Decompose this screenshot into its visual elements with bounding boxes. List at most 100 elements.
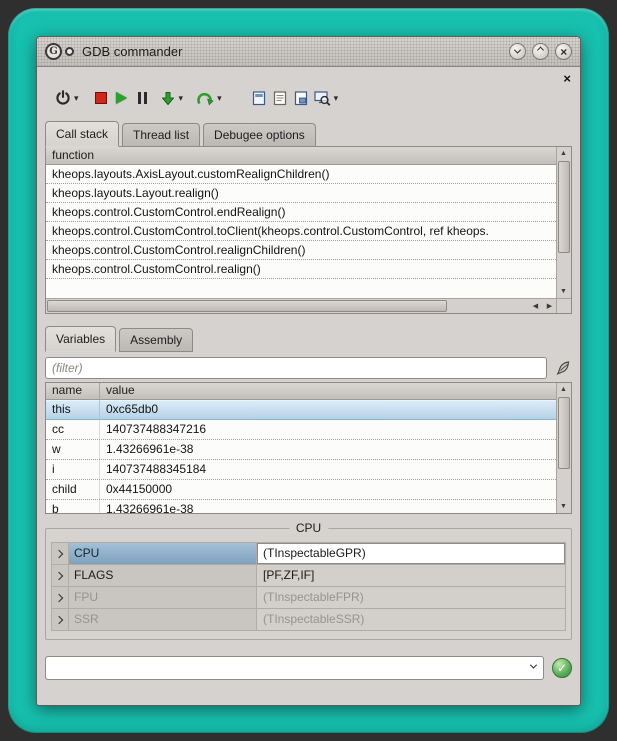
callstack-row[interactable]: kheops.control.CustomControl.realign() bbox=[46, 260, 556, 279]
callstack-vertical-scrollbar[interactable] bbox=[556, 147, 571, 298]
expander-icon[interactable] bbox=[52, 609, 69, 630]
column-header-value[interactable]: value bbox=[100, 383, 556, 399]
screen-search-dropdown[interactable] bbox=[334, 93, 339, 104]
cpu-register-group[interactable]: FLAGS bbox=[69, 565, 257, 586]
tab-label: Call stack bbox=[56, 127, 108, 141]
callstack-row[interactable]: kheops.layouts.Layout.realign() bbox=[46, 184, 556, 203]
variable-name: i bbox=[46, 460, 100, 479]
scroll-down-icon[interactable] bbox=[557, 285, 570, 298]
tab[interactable]: Call stack bbox=[45, 121, 119, 147]
variable-row[interactable]: b 1.43266961e-38 bbox=[46, 500, 556, 513]
variables-panel: name value this 0xc65db0 cc bbox=[45, 382, 572, 514]
panel-close-button[interactable] bbox=[563, 71, 571, 87]
callstack-function: kheops.control.CustomControl.toClient(kh… bbox=[52, 224, 489, 238]
variable-row[interactable]: child 0x44150000 bbox=[46, 480, 556, 500]
column-header-name[interactable]: name bbox=[46, 383, 100, 399]
filter-pen-icon[interactable] bbox=[554, 359, 572, 377]
callstack-row[interactable]: kheops.layouts.AxisLayout.customRealignC… bbox=[46, 165, 556, 184]
scrollbar-thumb[interactable] bbox=[558, 397, 570, 469]
screen-search-icon bbox=[314, 90, 331, 106]
variable-row[interactable]: cc 140737488347216 bbox=[46, 420, 556, 440]
scroll-down-icon[interactable] bbox=[557, 500, 570, 513]
tab-label: Debugee options bbox=[214, 128, 305, 142]
cpu-register-group[interactable]: SSR bbox=[69, 609, 257, 630]
document-lines-icon bbox=[273, 90, 287, 106]
tab-label: Variables bbox=[56, 332, 105, 346]
cpu-row[interactable]: FPU (TInspectableFPR) bbox=[52, 587, 565, 609]
variable-row[interactable]: i 140737488345184 bbox=[46, 460, 556, 480]
minimize-button[interactable] bbox=[509, 43, 526, 60]
command-combobox[interactable] bbox=[45, 656, 544, 680]
view-memory-button[interactable] bbox=[294, 86, 308, 110]
callstack-panel: function kheops.layouts.AxisLayout.custo… bbox=[45, 146, 572, 314]
callstack-function: kheops.layouts.AxisLayout.customRealignC… bbox=[52, 167, 329, 181]
cpu-row[interactable]: FLAGS [PF,ZF,IF] bbox=[52, 565, 565, 587]
callstack-function: kheops.control.CustomControl.realignChil… bbox=[52, 243, 305, 257]
app-icon bbox=[45, 43, 62, 60]
variable-name: child bbox=[46, 480, 100, 499]
stop-button[interactable] bbox=[95, 86, 107, 110]
cpu-groupbox: CPU CPU (TInspectableGPR) FLAGS [PF bbox=[45, 528, 572, 640]
step-into-dropdown[interactable] bbox=[179, 93, 184, 104]
stop-icon bbox=[95, 92, 107, 104]
scroll-left-icon[interactable] bbox=[529, 299, 542, 312]
expander-icon[interactable] bbox=[52, 587, 69, 608]
power-run-button[interactable] bbox=[55, 86, 71, 110]
variable-value: 0xc65db0 bbox=[100, 400, 556, 419]
callstack-row[interactable]: kheops.control.CustomControl.toClient(kh… bbox=[46, 222, 556, 241]
maximize-button[interactable] bbox=[532, 43, 549, 60]
scroll-up-icon[interactable] bbox=[557, 147, 570, 160]
variables-vertical-scrollbar[interactable] bbox=[556, 383, 571, 513]
cpu-register-group[interactable]: CPU bbox=[69, 543, 257, 564]
scroll-up-icon[interactable] bbox=[557, 383, 570, 396]
tab[interactable]: Variables bbox=[45, 326, 116, 352]
open-document-button[interactable] bbox=[252, 86, 266, 110]
command-input[interactable] bbox=[45, 656, 544, 680]
variable-row[interactable]: w 1.43266961e-38 bbox=[46, 440, 556, 460]
chevron-down-icon bbox=[514, 47, 521, 54]
expander-icon[interactable] bbox=[52, 565, 69, 586]
close-button[interactable] bbox=[555, 43, 572, 60]
tab[interactable]: Assembly bbox=[119, 328, 193, 352]
scrollbar-thumb[interactable] bbox=[47, 300, 447, 312]
variable-value: 140737488345184 bbox=[100, 460, 556, 479]
cpu-register-value: (TInspectableGPR) bbox=[257, 543, 565, 564]
tab-label: Thread list bbox=[133, 128, 189, 142]
variable-row[interactable]: this 0xc65db0 bbox=[46, 400, 556, 420]
step-into-button[interactable] bbox=[160, 86, 176, 110]
tab[interactable]: Thread list bbox=[122, 123, 200, 147]
callstack-column-header[interactable]: function bbox=[46, 147, 556, 165]
pause-icon bbox=[144, 92, 147, 104]
variables-header: name value bbox=[46, 383, 556, 400]
callstack-function: kheops.control.CustomControl.endRealign(… bbox=[52, 205, 285, 219]
callstack-rows: kheops.layouts.AxisLayout.customRealignC… bbox=[46, 165, 556, 298]
callstack-row[interactable]: kheops.control.CustomControl.endRealign(… bbox=[46, 203, 556, 222]
callstack-list: function kheops.layouts.AxisLayout.custo… bbox=[46, 147, 556, 298]
cpu-row[interactable]: CPU (TInspectableGPR) bbox=[52, 543, 565, 565]
variable-name: cc bbox=[46, 420, 100, 439]
variable-name: b bbox=[46, 500, 100, 513]
view-list-button[interactable] bbox=[273, 86, 287, 110]
filter-input[interactable] bbox=[45, 357, 547, 379]
step-over-dropdown[interactable] bbox=[217, 93, 222, 104]
chevron-up-icon bbox=[537, 47, 544, 54]
curved-arrow-icon bbox=[197, 91, 214, 106]
tab[interactable]: Debugee options bbox=[203, 123, 316, 147]
power-dropdown[interactable] bbox=[74, 93, 79, 104]
expander-icon[interactable] bbox=[52, 543, 69, 564]
variables-table: name value this 0xc65db0 cc bbox=[46, 383, 556, 513]
window-title: GDB commander bbox=[82, 44, 182, 59]
pause-button[interactable] bbox=[138, 86, 147, 110]
screen-search-button[interactable] bbox=[314, 86, 331, 110]
continue-button[interactable] bbox=[116, 86, 127, 110]
callstack-row[interactable]: kheops.control.CustomControl.realignChil… bbox=[46, 241, 556, 260]
scroll-right-icon[interactable] bbox=[543, 299, 556, 312]
cpu-row[interactable]: SSR (TInspectableSSR) bbox=[52, 609, 565, 631]
cpu-register-group[interactable]: FPU bbox=[69, 587, 257, 608]
titlebar[interactable]: GDB commander bbox=[37, 37, 580, 67]
send-command-button[interactable] bbox=[552, 658, 572, 678]
step-over-button[interactable] bbox=[197, 86, 214, 110]
teal-frame: GDB commander bbox=[8, 8, 609, 733]
callstack-horizontal-scrollbar[interactable] bbox=[46, 298, 556, 313]
scrollbar-thumb[interactable] bbox=[558, 161, 570, 253]
